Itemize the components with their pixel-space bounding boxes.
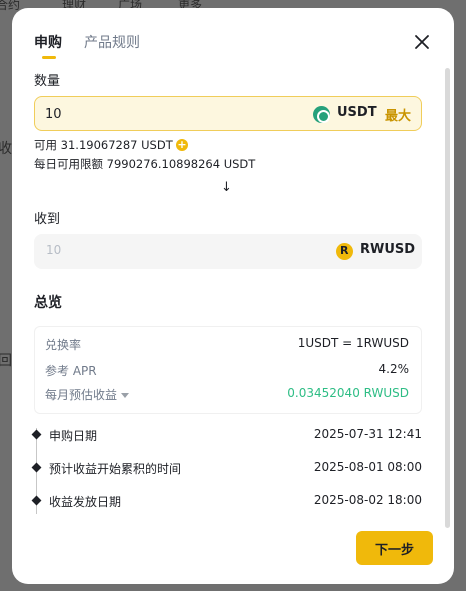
subscribe-date-value: 2025-07-31 12:41 [313, 427, 422, 441]
payout-date-value: 2025-08-02 18:00 [313, 493, 422, 507]
payout-date-label: 收益发放日期 [49, 495, 122, 509]
amount-field[interactable]: USDT 最大 [34, 96, 422, 131]
next-step-button[interactable]: 下一步 [356, 531, 433, 565]
max-button[interactable]: 最大 [385, 105, 411, 124]
timeline-dot-icon [31, 495, 42, 506]
apr-value: 4.2% [378, 362, 410, 376]
arrow-down-icon: ↓ [221, 180, 232, 195]
monthly-estimate-label: 每月预估收益 [45, 388, 118, 402]
overview-panel: 兑换率 1USDT = 1RWUSD 参考 APR 4.2% 每月预估收益 0.… [34, 326, 422, 414]
available-balance: 可用 31.19067287 USDT [34, 138, 173, 152]
daily-limit: 每日可用限额 7990276.10898264 USDT [34, 157, 256, 171]
accrual-start-label: 预计收益开始累积的时间 [49, 462, 182, 476]
amount-input[interactable] [45, 104, 245, 124]
exchange-rate-value: 1USDT = 1RWUSD [297, 336, 409, 350]
timeline-dot-icon [31, 462, 42, 473]
subscribe-modal: 申购 产品规则 数量 USDT 最大 可用 31.19067287 USDT +… [12, 8, 454, 584]
add-funds-icon[interactable]: + [176, 139, 188, 151]
monthly-estimate-value: 0.03452040 RWUSD [287, 386, 409, 400]
modal-tabs: 申购 产品规则 [34, 32, 140, 59]
apr-label: 参考 APR [45, 364, 97, 378]
caret-down-icon [121, 393, 130, 398]
receive-label: 收到 [34, 212, 61, 227]
receive-field: 10 RWUSD [34, 234, 422, 269]
amount-label: 数量 [34, 74, 61, 89]
overview-title: 总览 [34, 295, 62, 311]
receive-value: 10 [46, 243, 62, 257]
receive-coin: RWUSD [360, 242, 416, 257]
timeline-dot-icon [31, 429, 42, 440]
usdt-icon [313, 106, 330, 123]
bg-side-text: 回 [0, 353, 12, 369]
amount-coin: USDT [337, 105, 377, 120]
modal-scrollbar[interactable] [445, 68, 450, 528]
subscribe-date-label: 申购日期 [49, 429, 98, 443]
rwusd-icon [336, 243, 353, 260]
monthly-estimate-toggle[interactable]: 每月预估收益 [45, 386, 130, 403]
accrual-start-value: 2025-08-01 08:00 [313, 460, 422, 474]
tab-product-rules[interactable]: 产品规则 [84, 32, 140, 52]
tab-subscribe[interactable]: 申购 [34, 32, 62, 59]
bg-side-text: 收 [0, 141, 12, 157]
exchange-rate-label: 兑换率 [45, 338, 82, 352]
close-icon[interactable] [412, 32, 432, 52]
